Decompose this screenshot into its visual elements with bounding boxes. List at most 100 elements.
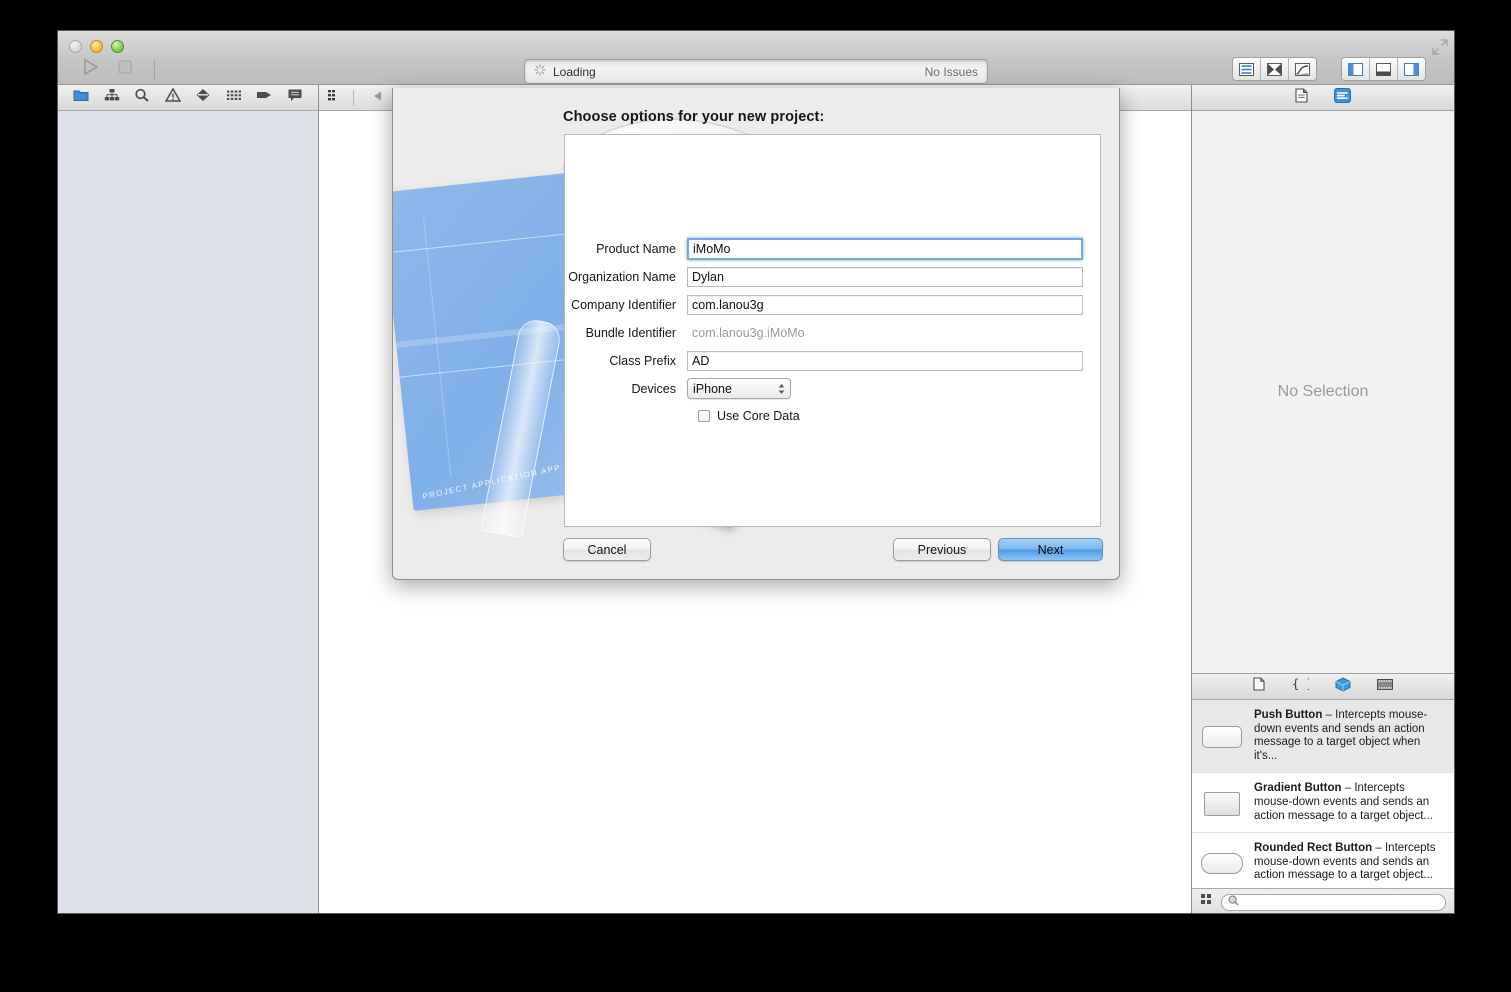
quick-help-icon[interactable] — [1334, 87, 1351, 108]
breakpoint-navigator-icon[interactable] — [226, 88, 242, 107]
project-navigator-icon[interactable] — [73, 88, 89, 107]
svg-text:{ }: { } — [1292, 677, 1309, 691]
close-button[interactable] — [69, 40, 82, 53]
editor-mode-segmented-control — [1232, 57, 1317, 81]
organization-name-input[interactable]: Dylan — [687, 266, 1083, 287]
list-item[interactable]: Gradient Button – Intercepts mouse-down … — [1192, 773, 1454, 834]
object-library-list[interactable]: Push Button – Intercepts mouse-down even… — [1192, 700, 1454, 888]
list-item-title: Gradient Button — [1254, 782, 1342, 795]
debug-navigator-icon[interactable] — [195, 88, 211, 107]
product-name-row: Product Name iMoMo — [393, 235, 1119, 262]
library-filter-field[interactable] — [1221, 893, 1446, 911]
devices-label: Devices — [631, 381, 676, 396]
test-navigator-icon[interactable] — [256, 88, 272, 107]
list-item[interactable]: Rounded Rect Button – Intercepts mouse-d… — [1192, 833, 1454, 888]
navigator-tabbar — [58, 85, 318, 111]
no-selection-label: No Selection — [1277, 383, 1369, 400]
issue-navigator-icon[interactable] — [164, 87, 182, 107]
code-snippet-library-icon[interactable]: { } — [1291, 677, 1314, 696]
list-item-text: Gradient Button – Intercepts mouse-down … — [1254, 782, 1444, 823]
window-titlebar: Loading No Issues — [58, 31, 1454, 85]
devices-selected-value: iPhone — [693, 381, 732, 396]
list-item[interactable]: Push Button – Intercepts mouse-down even… — [1192, 700, 1454, 774]
file-inspector-icon[interactable] — [1295, 87, 1308, 108]
company-identifier-input[interactable]: com.lanou3g — [687, 294, 1083, 315]
previous-button[interactable]: Previous — [893, 538, 991, 561]
devices-row: Devices iPhone — [393, 375, 1119, 402]
search-navigator-icon[interactable] — [134, 88, 150, 107]
activity-status: Loading — [534, 63, 596, 81]
sheet-button-bar: Cancel Previous Next — [393, 538, 1119, 561]
utilities-toggle-icon[interactable] — [1398, 58, 1425, 80]
blueprint-caption: PROJECT APPLICATION APP — [421, 463, 562, 502]
chevron-updown-icon — [778, 383, 785, 394]
class-prefix-input[interactable]: AD — [687, 350, 1083, 371]
list-item-title: Rounded Rect Button — [1254, 842, 1373, 855]
class-prefix-label: Class Prefix — [609, 353, 676, 368]
list-item-title: Push Button — [1254, 709, 1323, 721]
xcode-window: Loading No Issues No Selection {Push Bu… — [57, 30, 1455, 914]
push-button-thumb — [1200, 709, 1244, 763]
toolbar-divider — [154, 59, 155, 80]
project-options-form: Product Name iMoMo Organization Name Dyl… — [393, 235, 1119, 423]
inspector-content: No Selection — [1192, 111, 1454, 674]
grid-view-icon[interactable] — [1200, 893, 1213, 911]
version-editor-icon[interactable] — [1289, 58, 1316, 80]
minimize-button[interactable] — [90, 40, 103, 53]
activity-status-text: Loading — [553, 64, 596, 79]
activity-view: Loading No Issues — [524, 59, 988, 84]
devices-select[interactable]: iPhone — [687, 378, 791, 399]
back-arrow-icon[interactable] — [372, 89, 384, 107]
utility-panel: No Selection { } — [1192, 85, 1454, 913]
gradient-button-thumb — [1200, 782, 1244, 823]
navigator-content[interactable] — [58, 111, 318, 913]
media-library-icon[interactable] — [1377, 678, 1393, 696]
navigator-toggle-icon[interactable] — [1342, 58, 1370, 80]
sheet-title: Choose options for your new project: — [563, 109, 825, 125]
run-controls — [80, 57, 155, 82]
toolbar-right-controls — [1232, 57, 1426, 81]
product-name-label: Product Name — [596, 241, 676, 256]
bundle-identifier-value: com.lanou3g.iMoMo — [692, 325, 805, 340]
object-library-icon[interactable] — [1335, 676, 1351, 697]
use-core-data-label: Use Core Data — [717, 409, 800, 423]
use-core-data-row: Use Core Data — [393, 409, 1119, 423]
zoom-button[interactable] — [111, 40, 124, 53]
stop-icon[interactable] — [116, 58, 134, 81]
rounded-rect-button-thumb — [1200, 842, 1244, 883]
assistant-editor-icon[interactable] — [1261, 58, 1289, 80]
related-items-icon[interactable] — [327, 89, 343, 107]
product-name-input[interactable]: iMoMo — [687, 237, 1083, 260]
file-template-library-icon[interactable] — [1253, 677, 1265, 696]
issues-count-text: No Issues — [924, 64, 978, 79]
bundle-identifier-row: Bundle Identifier com.lanou3g.iMoMo — [393, 319, 1119, 346]
company-identifier-label: Company Identifier — [571, 297, 676, 312]
bundle-identifier-label: Bundle Identifier — [585, 325, 676, 340]
new-project-options-sheet: PROJECT APPLICATION APP Choose options f… — [392, 88, 1120, 580]
library-tabbar: { } — [1192, 674, 1454, 700]
use-core-data-checkbox[interactable] — [698, 410, 710, 422]
inspector-tabbar — [1192, 85, 1454, 111]
standard-editor-icon[interactable] — [1233, 58, 1261, 80]
company-identifier-row: Company Identifier com.lanou3g — [393, 291, 1119, 318]
resize-corner-icon[interactable] — [1432, 39, 1448, 55]
class-prefix-row: Class Prefix AD — [393, 347, 1119, 374]
traffic-lights — [69, 40, 124, 53]
next-button[interactable]: Next — [998, 538, 1103, 561]
library-filter-bar — [1192, 888, 1454, 913]
library-filter-input[interactable] — [1239, 895, 1439, 909]
cancel-button[interactable]: Cancel — [563, 538, 651, 561]
search-icon — [1228, 893, 1239, 911]
organization-name-row: Organization Name Dylan — [393, 263, 1119, 290]
screen-root: Loading No Issues No Selection {Push Bu… — [0, 0, 1511, 992]
list-item-text: Rounded Rect Button – Intercepts mouse-d… — [1254, 842, 1444, 883]
organization-name-label: Organization Name — [568, 269, 676, 284]
run-icon[interactable] — [80, 57, 100, 82]
debug-area-toggle-icon[interactable] — [1370, 58, 1398, 80]
symbol-navigator-icon[interactable] — [104, 88, 120, 107]
view-toggle-segmented-control — [1341, 57, 1426, 81]
spinner-icon — [534, 63, 546, 81]
jumpbar-divider — [353, 89, 354, 106]
list-item-text: Push Button – Intercepts mouse-down even… — [1254, 709, 1444, 763]
log-navigator-icon[interactable] — [287, 88, 303, 107]
